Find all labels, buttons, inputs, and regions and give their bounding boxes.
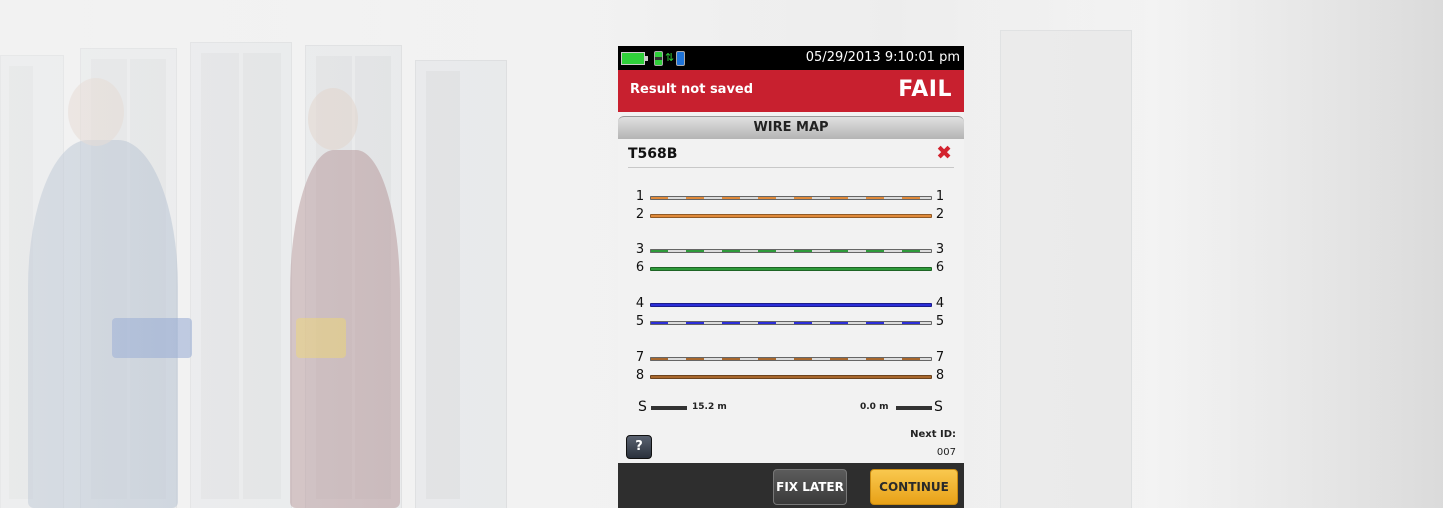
pin-label-left: 2 [635, 207, 645, 222]
wire-map: S 15.2 m 0.0 m S 1 1 2 2 3 3 6 6 4 4 5 5 7 7 8 8 [618, 186, 964, 416]
pin-label-left: 3 [635, 242, 645, 257]
phone-icon [676, 51, 685, 66]
result-note: Result not saved [630, 82, 754, 97]
result-status: FAIL [898, 77, 952, 102]
next-id-value: 007 [936, 447, 956, 458]
fix-later-button[interactable]: FIX LATER [773, 469, 847, 505]
status-bar: ⇅ 05/29/2013 9:10:01 pm [618, 46, 964, 70]
shield-left-length: 15.2 m [692, 402, 727, 412]
screen-title: WIRE MAP [618, 116, 964, 139]
pin-label-right: 3 [935, 242, 945, 257]
wiring-standard: T568B [628, 146, 678, 162]
wire-8 [650, 375, 932, 379]
continue-button[interactable]: CONTINUE [870, 469, 958, 505]
wire-6 [650, 267, 932, 271]
pin-label-right: 4 [935, 296, 945, 311]
pin-label-left: 8 [635, 368, 645, 383]
pin-label-left: 1 [635, 189, 645, 204]
wire-2 [650, 214, 932, 218]
pin-label-right: 6 [935, 260, 945, 275]
wire-4 [650, 303, 932, 307]
next-id-label: Next ID: [910, 429, 956, 440]
pin-label-right: 8 [935, 368, 945, 383]
pin-label-left: 7 [635, 350, 645, 365]
tester-screen: ⇅ 05/29/2013 9:10:01 pm Result not saved… [618, 46, 964, 508]
wire-7 [650, 357, 932, 361]
pin-label-right: 1 [935, 189, 945, 204]
status-datetime: 05/29/2013 9:10:01 pm [805, 50, 960, 65]
pin-label-left: 4 [635, 296, 645, 311]
standard-row: T568B ✖ [628, 139, 954, 168]
shield-line-left [651, 406, 687, 410]
shield-right-label: S [934, 399, 943, 415]
fail-x-icon: ✖ [936, 142, 952, 164]
wire-3 [650, 249, 932, 253]
shield-left-label: S [638, 399, 647, 415]
result-banner: Result not saved FAIL [618, 70, 964, 112]
softkey-bar: FIX LATER CONTINUE [618, 463, 964, 508]
help-button[interactable]: ? [626, 435, 652, 459]
battery-icon [621, 52, 648, 65]
pin-label-right: 7 [935, 350, 945, 365]
remote-unit-icon [654, 51, 663, 66]
shield-right-length: 0.0 m [860, 402, 889, 412]
link-arrows-icon: ⇅ [665, 51, 675, 64]
pin-label-right: 5 [935, 314, 945, 329]
wire-5 [650, 321, 932, 325]
shield-line-right [896, 406, 932, 410]
pin-label-left: 5 [635, 314, 645, 329]
pin-label-right: 2 [935, 207, 945, 222]
wire-1 [650, 196, 932, 200]
pin-label-left: 6 [635, 260, 645, 275]
